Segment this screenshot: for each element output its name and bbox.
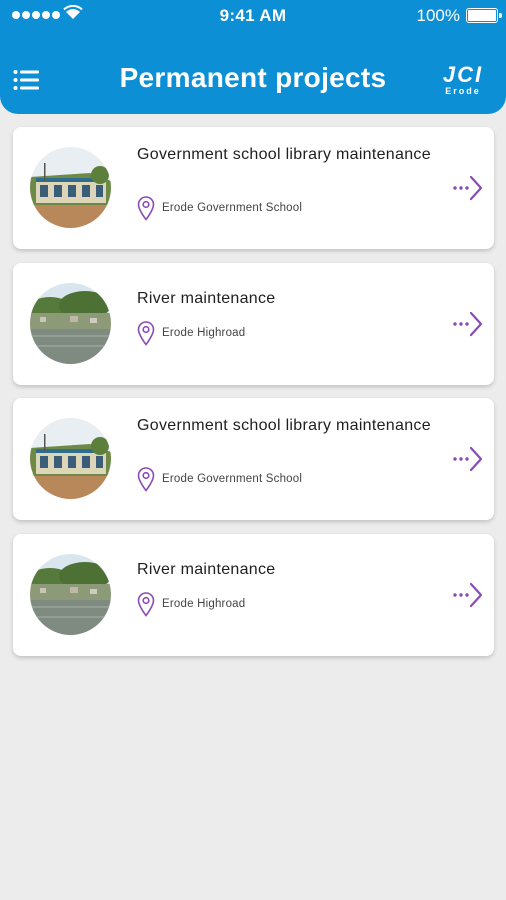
logo-sub-text: Erode	[445, 86, 481, 96]
battery-percentage: 100%	[416, 6, 460, 25]
location-text: Erode Highroad	[162, 327, 246, 339]
page-title: Permanent projects	[119, 62, 387, 93]
app-header: 9:41 AM 100% Permanent projects JCI Erod…	[0, 0, 506, 114]
jci-erode-logo: JCI Erode	[440, 62, 486, 97]
project-title: Government school library maintenance	[137, 417, 431, 434]
location-text: Erode Government School	[162, 473, 303, 485]
location-text: Erode Government School	[162, 202, 303, 214]
project-card[interactable]: River maintenance Erode Highroad	[13, 263, 494, 385]
arrow-right-icon[interactable]	[452, 446, 484, 472]
project-thumbnail-river	[30, 554, 111, 635]
logo-main-text: JCI	[442, 62, 484, 87]
project-card[interactable]: River maintenance Erode Highroad	[13, 534, 494, 656]
project-location: Erode Government School	[137, 195, 302, 221]
arrow-right-icon[interactable]	[452, 582, 484, 608]
location-pin-icon	[137, 467, 155, 492]
arrow-right-icon[interactable]	[452, 311, 484, 337]
project-title: River maintenance	[137, 561, 276, 578]
project-title: Government school library maintenance	[137, 146, 431, 163]
arrow-right-icon[interactable]	[452, 175, 484, 201]
project-thumbnail-school	[30, 418, 111, 499]
project-card[interactable]: Government school library maintenance Er…	[13, 398, 494, 520]
project-location: Erode Highroad	[137, 591, 245, 617]
location-pin-icon	[137, 196, 155, 221]
location-pin-icon	[137, 592, 155, 617]
project-thumbnail-river	[30, 283, 111, 364]
project-location: Erode Government School	[137, 466, 302, 492]
location-text: Erode Highroad	[162, 598, 246, 610]
project-thumbnail-school	[30, 147, 111, 228]
project-location: Erode Highroad	[137, 320, 245, 346]
location-pin-icon	[137, 321, 155, 346]
project-title: River maintenance	[137, 290, 276, 307]
project-card[interactable]: Government school library maintenance Er…	[13, 127, 494, 249]
status-bar: 9:41 AM 100%	[0, 0, 506, 30]
battery-icon	[466, 8, 502, 23]
